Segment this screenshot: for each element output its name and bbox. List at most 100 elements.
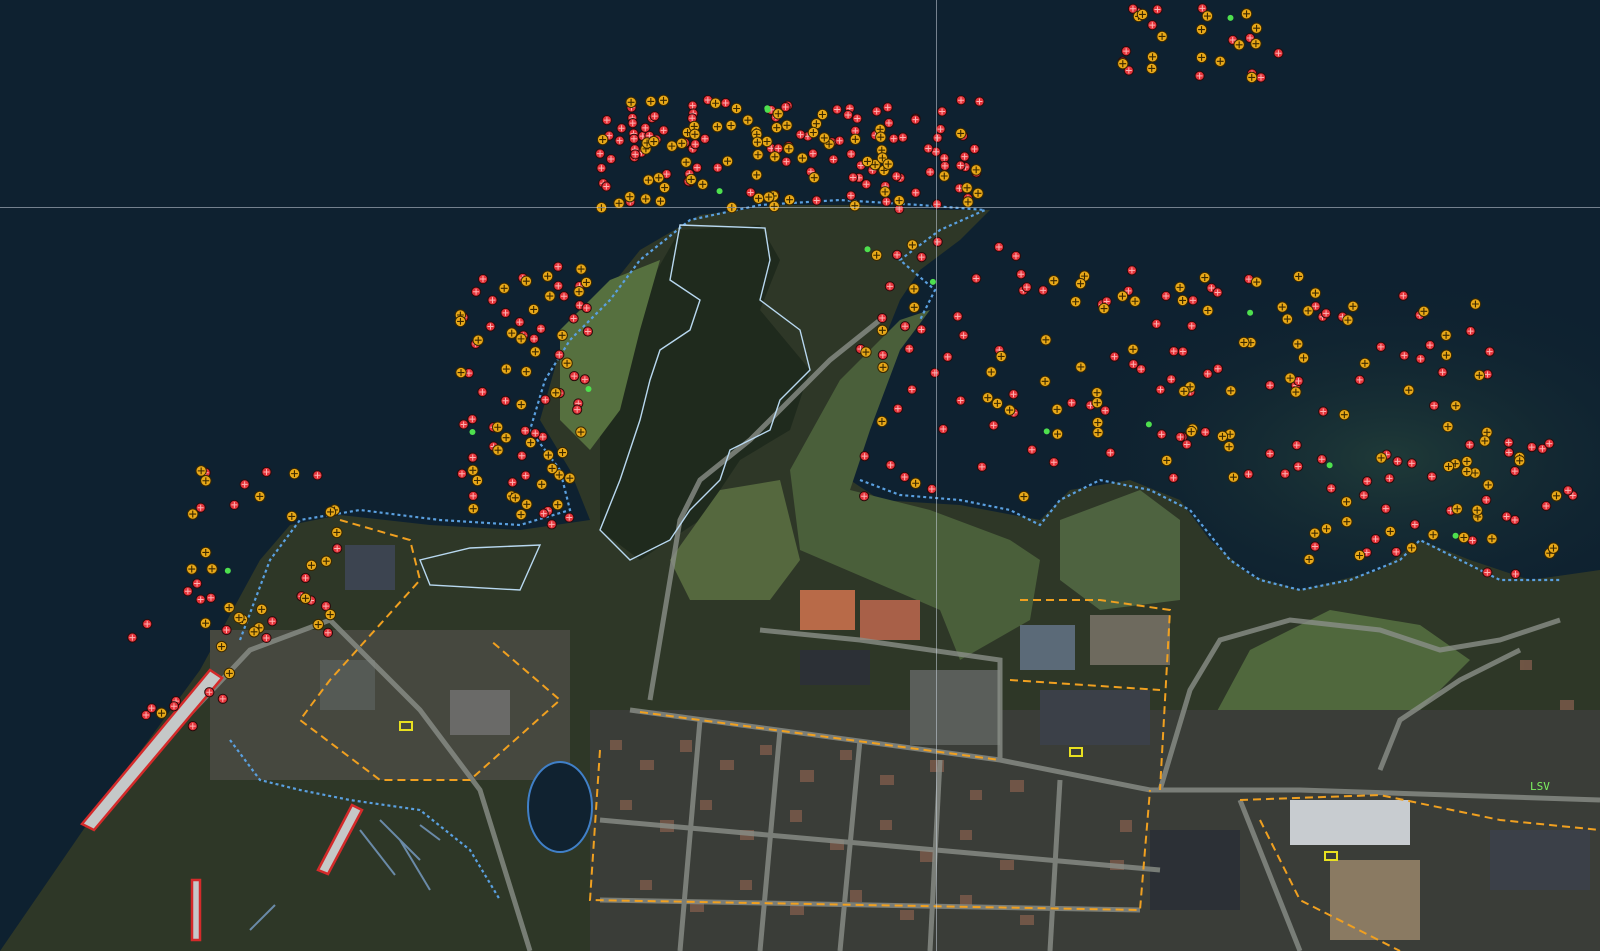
- yellow-cross-icon[interactable]: [550, 387, 562, 399]
- yellow-cross-icon[interactable]: [657, 94, 670, 107]
- yellow-cross-icon[interactable]: [223, 601, 235, 614]
- red-hazard-icon[interactable]: [195, 594, 206, 605]
- yellow-cross-icon[interactable]: [908, 301, 920, 314]
- yellow-cross-icon[interactable]: [818, 132, 831, 144]
- red-hazard-icon[interactable]: [807, 148, 819, 159]
- yellow-cross-icon[interactable]: [1340, 496, 1353, 508]
- yellow-cross-icon[interactable]: [254, 490, 266, 503]
- red-hazard-icon[interactable]: [1168, 472, 1179, 483]
- yellow-cross-icon[interactable]: [455, 366, 467, 379]
- red-hazard-icon[interactable]: [1465, 325, 1476, 337]
- red-hazard-icon[interactable]: [332, 543, 343, 554]
- red-hazard-icon[interactable]: [601, 181, 612, 192]
- red-hazard-icon[interactable]: [891, 171, 902, 182]
- yellow-cross-icon[interactable]: [1375, 452, 1387, 464]
- yellow-cross-icon[interactable]: [962, 196, 974, 208]
- yellow-cross-icon[interactable]: [1161, 454, 1173, 467]
- yellow-cross-icon[interactable]: [1482, 479, 1494, 491]
- red-hazard-icon[interactable]: [976, 461, 988, 472]
- yellow-cross-icon[interactable]: [1250, 22, 1263, 34]
- red-hazard-icon[interactable]: [1202, 368, 1213, 379]
- yellow-cross-icon[interactable]: [1116, 290, 1129, 302]
- yellow-cross-icon[interactable]: [1442, 420, 1454, 433]
- yellow-cross-icon[interactable]: [527, 303, 540, 316]
- red-hazard-icon[interactable]: [888, 133, 899, 144]
- yellow-cross-icon[interactable]: [515, 508, 527, 521]
- yellow-cross-icon[interactable]: [624, 190, 636, 203]
- red-hazard-icon[interactable]: [938, 423, 949, 435]
- yellow-cross-icon[interactable]: [206, 563, 218, 575]
- red-hazard-icon[interactable]: [1243, 469, 1254, 480]
- red-hazard-icon[interactable]: [847, 172, 859, 183]
- yellow-cross-icon[interactable]: [575, 263, 587, 275]
- red-hazard-icon[interactable]: [1398, 290, 1409, 301]
- red-hazard-icon[interactable]: [572, 404, 583, 415]
- yellow-cross-icon[interactable]: [909, 477, 922, 489]
- red-hazard-icon[interactable]: [1105, 447, 1116, 458]
- red-hazard-icon[interactable]: [500, 307, 511, 319]
- red-hazard-icon[interactable]: [594, 148, 606, 159]
- yellow-cross-icon[interactable]: [515, 398, 527, 411]
- yellow-cross-icon[interactable]: [1156, 30, 1168, 43]
- yellow-cross-icon[interactable]: [506, 327, 518, 339]
- yellow-cross-icon[interactable]: [1214, 55, 1226, 68]
- red-hazard-icon[interactable]: [845, 190, 857, 201]
- red-hazard-icon[interactable]: [691, 162, 703, 173]
- yellow-cross-icon[interactable]: [1338, 409, 1351, 421]
- red-hazard-icon[interactable]: [261, 632, 272, 644]
- red-hazard-icon[interactable]: [1136, 364, 1147, 375]
- green-point-icon[interactable]: [764, 105, 771, 112]
- red-hazard-icon[interactable]: [546, 519, 557, 530]
- yellow-cross-icon[interactable]: [763, 191, 775, 203]
- red-hazard-icon[interactable]: [582, 326, 593, 337]
- red-hazard-icon[interactable]: [899, 471, 910, 483]
- red-hazard-icon[interactable]: [1464, 439, 1475, 450]
- yellow-cross-icon[interactable]: [938, 170, 950, 182]
- yellow-cross-icon[interactable]: [761, 135, 773, 148]
- red-hazard-icon[interactable]: [1264, 380, 1276, 391]
- yellow-cross-icon[interactable]: [324, 506, 337, 518]
- yellow-cross-icon[interactable]: [509, 492, 522, 504]
- yellow-cross-icon[interactable]: [1092, 416, 1104, 429]
- yellow-cross-icon[interactable]: [861, 155, 874, 168]
- yellow-cross-icon[interactable]: [1550, 490, 1563, 502]
- green-point-icon[interactable]: [1247, 309, 1254, 316]
- yellow-cross-icon[interactable]: [970, 164, 982, 176]
- red-hazard-icon[interactable]: [507, 477, 518, 488]
- yellow-cross-icon[interactable]: [1051, 403, 1063, 416]
- yellow-cross-icon[interactable]: [580, 276, 593, 289]
- red-hazard-icon[interactable]: [627, 118, 638, 129]
- yellow-cross-icon[interactable]: [1405, 542, 1418, 554]
- red-hazard-icon[interactable]: [1155, 384, 1166, 395]
- red-hazard-icon[interactable]: [628, 133, 640, 144]
- yellow-cross-icon[interactable]: [1018, 490, 1030, 503]
- yellow-cross-icon[interactable]: [1091, 387, 1103, 399]
- yellow-cross-icon[interactable]: [564, 472, 576, 484]
- yellow-cross-icon[interactable]: [666, 140, 678, 152]
- red-hazard-icon[interactable]: [846, 148, 857, 160]
- yellow-cross-icon[interactable]: [324, 608, 336, 621]
- red-hazard-icon[interactable]: [581, 302, 592, 314]
- yellow-cross-icon[interactable]: [742, 114, 754, 126]
- yellow-cross-icon[interactable]: [1051, 428, 1064, 440]
- red-hazard-icon[interactable]: [1562, 485, 1574, 496]
- red-hazard-icon[interactable]: [1200, 426, 1211, 438]
- red-hazard-icon[interactable]: [616, 123, 627, 134]
- yellow-cross-icon[interactable]: [1250, 37, 1262, 50]
- yellow-cross-icon[interactable]: [200, 475, 212, 487]
- yellow-cross-icon[interactable]: [1129, 295, 1141, 307]
- yellow-cross-icon[interactable]: [1240, 8, 1253, 20]
- red-hazard-icon[interactable]: [1392, 456, 1403, 467]
- yellow-cross-icon[interactable]: [1440, 349, 1453, 361]
- yellow-cross-icon[interactable]: [796, 152, 809, 164]
- yellow-cross-icon[interactable]: [1292, 270, 1305, 283]
- yellow-cross-icon[interactable]: [1284, 372, 1296, 384]
- yellow-cross-icon[interactable]: [1048, 274, 1060, 287]
- red-hazard-icon[interactable]: [1326, 483, 1337, 494]
- red-hazard-icon[interactable]: [923, 143, 934, 154]
- red-hazard-icon[interactable]: [601, 114, 613, 126]
- yellow-cross-icon[interactable]: [155, 707, 168, 719]
- red-hazard-icon[interactable]: [699, 133, 711, 144]
- red-hazard-icon[interactable]: [932, 132, 943, 143]
- yellow-cross-icon[interactable]: [1091, 396, 1103, 409]
